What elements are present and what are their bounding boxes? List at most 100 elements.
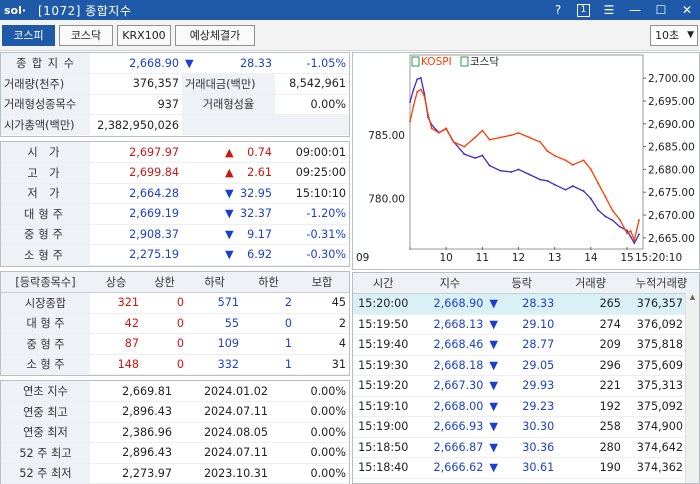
summary-label: 거래형성종목수 [1,94,90,115]
y-right-tick-label: 2,695.00 [648,96,695,108]
data-point [633,242,636,245]
y-right-tick-label: 2,690.00 [648,119,695,131]
change-value: 32.37 [239,207,272,221]
chart-svg: 2,700.00 2,695.00 2,690.00 2,685.00 2,680.00… [356,54,695,264]
arrow-down-icon: ▼ [225,227,234,241]
data-point [553,154,556,157]
legend-checkbox-kosdaq [460,56,469,67]
price-change: ▲ 0.74 [182,142,275,163]
formed-stocks-value: 937 [90,94,182,115]
scroll-up-icon[interactable]: ▲ [686,293,699,301]
data-point [611,209,614,212]
price-value: 2,697.97 [90,142,182,163]
breadth-label: 대 형 주 [1,313,90,334]
tick-volume: 258 [557,416,624,438]
data-point [539,178,542,181]
maximize-icon[interactable]: ☐ [648,3,674,17]
data-point [463,153,466,156]
data-point [510,171,513,173]
toolbar: 코스피 코스닥 KRX100 예상체결가 10초 ▼ [0,20,700,51]
price-panel: 시 가 2,697.97 ▲ 0.74 09:00:01 고 가 2,699.84 ▲ 2.61… [0,141,350,267]
tab-krx100[interactable]: KRX100 [117,25,171,46]
x-tick-label: 09 [356,252,369,264]
tab-kosdaq[interactable]: 코스닥 [59,25,113,46]
up-count: 87 [90,333,142,355]
yearly-panel: 연초 지수 2,669.81 2024.01.02 0.00% 연중 최고 2,896.4… [0,380,350,484]
arrow-down-icon: ▼ [489,461,498,475]
scrollbar[interactable]: ▲ [685,293,699,483]
tick-row[interactable]: 15:19:40 2,668.46 ▼ 28.77 209 375,818 [353,334,699,356]
tick-volume: 209 [557,334,624,356]
arrow-down-icon: ▼ [489,379,498,393]
tick-time: 15:19:50 [353,314,414,335]
minimize-icon[interactable]: — [622,3,648,17]
interval-select[interactable]: 10초 ▼ [650,25,698,46]
tab-kospi[interactable]: 코스피 [2,25,55,46]
price-change: ▼ 6.92 [182,244,275,266]
tick-time: 15:19:00 [353,416,414,438]
data-point [419,88,422,91]
x-tick-label: 15:20:10 [635,252,682,264]
price-extra: -0.31% [275,224,349,245]
yearly-pct: 0.00% [271,463,349,484]
downlimit-count: 1 [242,333,295,355]
y-left-tick-label: 780.00 [368,194,405,206]
breadth-row: 대 형 주 42 0 55 0 2 [1,313,349,334]
tick-row[interactable]: 15:20:00 2,668.90 ▼ 28.33 265 376,357 [353,293,699,315]
x-tick-label: 14 [584,252,598,264]
data-point [474,136,477,139]
close-icon[interactable]: ✕ [674,3,700,17]
tick-row[interactable]: 15:19:00 2,666.93 ▼ 30.30 258 374,900 [353,416,699,438]
data-point [564,159,567,162]
composite-index-row: 종 합 지 수 2,668.90 ▼ 28.33 -1.05% [1,53,349,74]
change-value: 29.05 [522,358,555,372]
breadth-label: 시장종합 [1,292,90,314]
tick-row[interactable]: 15:18:50 2,666.87 ▼ 30.36 280 374,642 [353,437,699,458]
breadth-header: 하락 [187,272,242,293]
yearly-row: 연중 최고 2,896.43 2024.07.11 0.00% [1,401,349,423]
arrow-down-icon: ▼ [185,56,194,70]
change-value: 6.92 [247,248,272,262]
menu-icon[interactable]: ☰ [596,3,622,17]
uplimit-count: 0 [142,313,187,334]
tick-change: ▼ 28.77 [486,334,558,356]
data-point [412,88,415,91]
tab-expected-price[interactable]: 예상체결가 [175,25,255,46]
data-point [430,127,433,130]
arrow-down-icon: ▼ [225,207,234,221]
tick-time: 15:19:10 [353,396,414,417]
yearly-label: 연중 최고 [1,401,90,423]
change-value: 29.10 [522,317,555,331]
tick-row[interactable]: 15:19:10 2,668.00 ▼ 29.23 192 375,092 [353,396,699,417]
data-point [597,209,600,212]
tick-volume: 296 [557,355,624,376]
y-right-tick-label: 2,670.00 [648,210,695,222]
down-count: 332 [187,354,242,375]
change-value: 29.23 [522,399,555,413]
tick-row[interactable]: 15:19:20 2,667.30 ▼ 29.93 221 375,313 [353,375,699,397]
uplimit-count: 0 [142,354,187,375]
data-point [474,157,477,159]
flat-count: 45 [295,292,349,314]
screen-number-button[interactable]: 1 [577,3,590,17]
tick-row[interactable]: 15:18:40 2,666.62 ▼ 30.61 190 374,362 [353,457,699,479]
title-bar: sol· [1072] 종합지수 ? 1 ☰ — ☐ ✕ [0,0,700,20]
tick-row[interactable]: 15:19:50 2,668.13 ▼ 29.10 274 376,092 [353,314,699,335]
data-point [528,173,531,176]
tick-row[interactable]: 15:19:30 2,668.18 ▼ 29.05 296 375,609 [353,355,699,376]
arrow-up-icon: ▲ [225,145,234,159]
trade-amount-value: 8,542,961 [275,73,349,95]
help-icon[interactable]: ? [545,3,571,17]
summary-label: 거래량(천주) [1,73,90,95]
yearly-value: 2,386.96 [90,422,175,443]
change-value: 0.74 [247,145,272,159]
yearly-value: 2,273.97 [90,463,175,484]
yearly-pct: 0.00% [271,381,349,402]
price-row: 소형주 2,275.19 ▼ 6.92 -0.30% [1,244,349,266]
breadth-panel: [등락종목수] 상승 상한 하락 하한 보합 시장종합 321 0 571 2 45 대 형 주 42 0… [0,271,350,376]
market-cap-row: 시가총액(백만) 2,382,950,026 [1,114,349,135]
plot-area [409,54,644,250]
legend-checkbox-kospi [411,56,420,67]
price-extra: 09:25:00 [275,162,349,184]
summary-label: 시가총액(백만) [1,114,90,135]
